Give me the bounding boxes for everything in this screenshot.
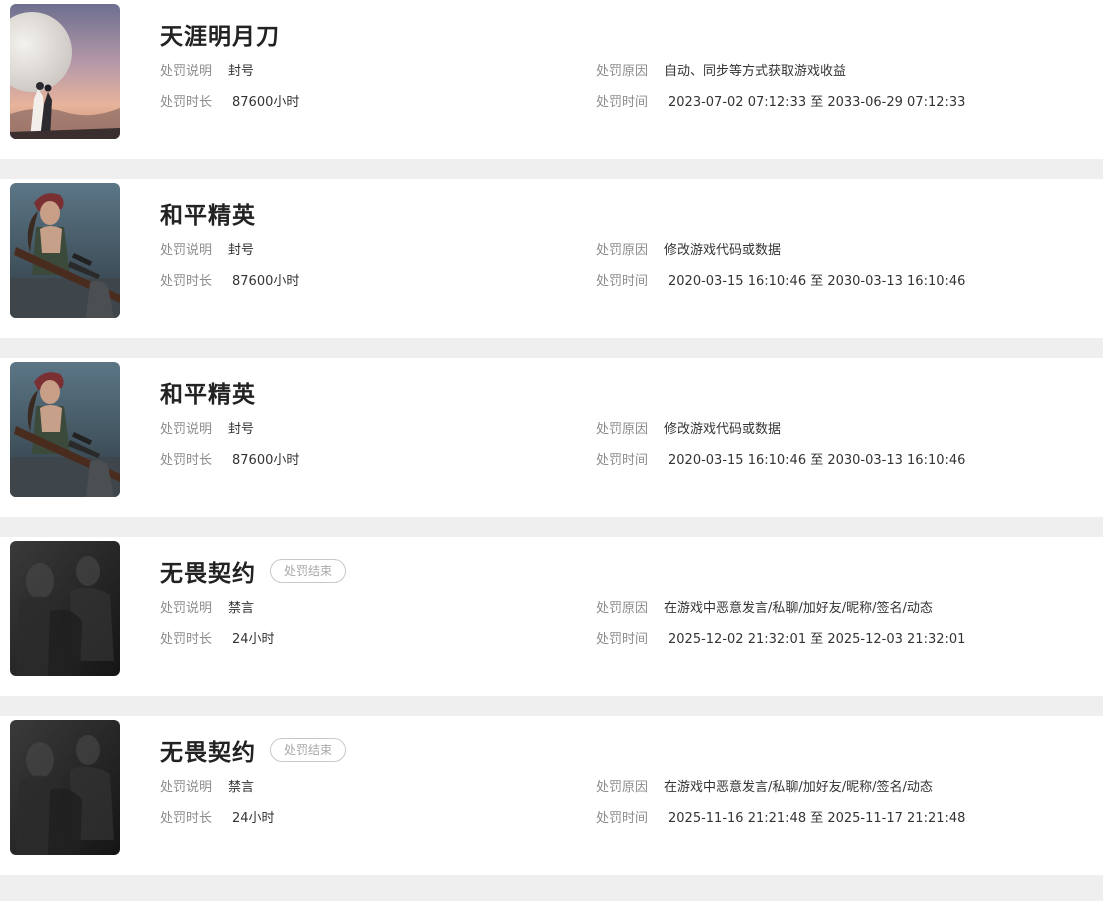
game-cover-image	[10, 720, 120, 855]
title-row: 和平精英	[160, 375, 256, 409]
penalty-reason-value: 自动、同步等方式获取游戏收益	[664, 64, 847, 79]
penalty-time-field: 处罚时间 2023-07-02 07:12:33 至 2033-06-29 07:…	[596, 94, 965, 112]
penalty-duration-value: 24小时	[232, 811, 275, 826]
penalty-desc-field: 处罚说明 封号	[160, 63, 254, 81]
penalty-time-field: 处罚时间 2020-03-15 16:10:46 至 2030-03-13 16:…	[596, 452, 965, 470]
penalty-desc-value: 禁言	[228, 780, 255, 795]
penalty-time-value: 2020-03-15 16:10:46 至 2030-03-13 16:10:4…	[668, 274, 966, 289]
penalty-time-label: 处罚时间	[596, 95, 649, 110]
penalty-reason-field: 处罚原因 修改游戏代码或数据	[596, 421, 781, 439]
penalty-desc-value: 封号	[228, 243, 255, 258]
status-badge: 处罚结束	[270, 559, 347, 583]
penalty-desc-value: 封号	[228, 64, 255, 79]
penalty-reason-value: 修改游戏代码或数据	[664, 422, 782, 437]
penalty-time-field: 处罚时间 2020-03-15 16:10:46 至 2030-03-13 16:…	[596, 273, 965, 291]
penalty-record-card-3: 和平精英 处罚说明 封号 处罚时长 87600小时 处罚原因 修改游戏代码或数据 处罚…	[0, 358, 1103, 517]
penalty-record-list: 天涯明月刀 处罚说明 封号 处罚时长 87600小时 处罚原因 自动、同步等方式获取游…	[0, 0, 1103, 875]
penalty-reason-label: 处罚原因	[596, 780, 649, 795]
title-row: 天涯明月刀	[160, 17, 280, 51]
penalty-duration-field: 处罚时长 24小时	[160, 810, 275, 828]
penalty-time-field: 处罚时间 2025-12-02 21:32:01 至 2025-12-03 21:…	[596, 631, 965, 649]
penalty-reason-field: 处罚原因 修改游戏代码或数据	[596, 242, 781, 260]
penalty-desc-field: 处罚说明 禁言	[160, 779, 254, 797]
game-title: 和平精英	[160, 382, 256, 408]
game-title: 无畏契约	[160, 561, 256, 587]
penalty-desc-label: 处罚说明	[160, 780, 213, 795]
penalty-duration-label: 处罚时长	[160, 811, 213, 826]
penalty-desc-value: 禁言	[228, 601, 255, 616]
title-row: 和平精英	[160, 196, 256, 230]
penalty-time-field: 处罚时间 2025-11-16 21:21:48 至 2025-11-17 21:…	[596, 810, 965, 828]
penalty-duration-field: 处罚时长 87600小时	[160, 452, 299, 470]
penalty-reason-value: 在游戏中恶意发言/私聊/加好友/昵称/签名/动态	[664, 780, 933, 795]
penalty-duration-value: 87600小时	[232, 274, 300, 289]
penalty-desc-field: 处罚说明 封号	[160, 242, 254, 260]
penalty-reason-label: 处罚原因	[596, 422, 649, 437]
penalty-reason-label: 处罚原因	[596, 601, 649, 616]
penalty-time-label: 处罚时间	[596, 632, 649, 647]
penalty-reason-field: 处罚原因 在游戏中恶意发言/私聊/加好友/昵称/签名/动态	[596, 600, 933, 618]
penalty-duration-value: 87600小时	[232, 453, 300, 468]
game-title: 无畏契约	[160, 740, 256, 766]
penalty-time-value: 2020-03-15 16:10:46 至 2030-03-13 16:10:4…	[668, 453, 966, 468]
game-cover-image	[10, 4, 120, 139]
game-cover-image	[10, 362, 120, 497]
penalty-duration-label: 处罚时长	[160, 453, 213, 468]
game-cover-image	[10, 183, 120, 318]
title-row: 无畏契约 处罚结束	[160, 733, 347, 767]
penalty-time-label: 处罚时间	[596, 453, 649, 468]
penalty-duration-label: 处罚时长	[160, 632, 213, 647]
penalty-duration-label: 处罚时长	[160, 274, 213, 289]
penalty-time-value: 2025-12-02 21:32:01 至 2025-12-03 21:32:0…	[668, 632, 966, 647]
penalty-record-card-2: 和平精英 处罚说明 封号 处罚时长 87600小时 处罚原因 修改游戏代码或数据 处罚…	[0, 179, 1103, 338]
penalty-desc-label: 处罚说明	[160, 422, 213, 437]
penalty-record-card-4: 无畏契约 处罚结束 处罚说明 禁言 处罚时长 24小时 处罚原因 在游戏中恶意发言/私…	[0, 537, 1103, 696]
penalty-desc-label: 处罚说明	[160, 64, 213, 79]
penalty-duration-label: 处罚时长	[160, 95, 213, 110]
penalty-desc-field: 处罚说明 禁言	[160, 600, 254, 618]
status-badge: 处罚结束	[270, 738, 347, 762]
penalty-time-value: 2023-07-02 07:12:33 至 2033-06-29 07:12:3…	[668, 95, 966, 110]
penalty-desc-value: 封号	[228, 422, 255, 437]
penalty-duration-field: 处罚时长 24小时	[160, 631, 275, 649]
penalty-duration-value: 87600小时	[232, 95, 300, 110]
penalty-reason-value: 修改游戏代码或数据	[664, 243, 782, 258]
penalty-record-card-1: 天涯明月刀 处罚说明 封号 处罚时长 87600小时 处罚原因 自动、同步等方式获取游…	[0, 0, 1103, 159]
game-title: 天涯明月刀	[160, 24, 280, 50]
penalty-time-value: 2025-11-16 21:21:48 至 2025-11-17 21:21:4…	[668, 811, 966, 826]
title-row: 无畏契约 处罚结束	[160, 554, 347, 588]
game-title: 和平精英	[160, 203, 256, 229]
penalty-duration-value: 24小时	[232, 632, 275, 647]
game-cover-image	[10, 541, 120, 676]
penalty-duration-field: 处罚时长 87600小时	[160, 273, 299, 291]
penalty-reason-field: 处罚原因 自动、同步等方式获取游戏收益	[596, 63, 846, 81]
penalty-record-card-5: 无畏契约 处罚结束 处罚说明 禁言 处罚时长 24小时 处罚原因 在游戏中恶意发言/私…	[0, 716, 1103, 875]
penalty-time-label: 处罚时间	[596, 811, 649, 826]
penalty-desc-field: 处罚说明 封号	[160, 421, 254, 439]
penalty-reason-field: 处罚原因 在游戏中恶意发言/私聊/加好友/昵称/签名/动态	[596, 779, 933, 797]
penalty-reason-label: 处罚原因	[596, 243, 649, 258]
penalty-desc-label: 处罚说明	[160, 243, 213, 258]
penalty-reason-value: 在游戏中恶意发言/私聊/加好友/昵称/签名/动态	[664, 601, 933, 616]
penalty-reason-label: 处罚原因	[596, 64, 649, 79]
penalty-desc-label: 处罚说明	[160, 601, 213, 616]
penalty-duration-field: 处罚时长 87600小时	[160, 94, 299, 112]
penalty-time-label: 处罚时间	[596, 274, 649, 289]
